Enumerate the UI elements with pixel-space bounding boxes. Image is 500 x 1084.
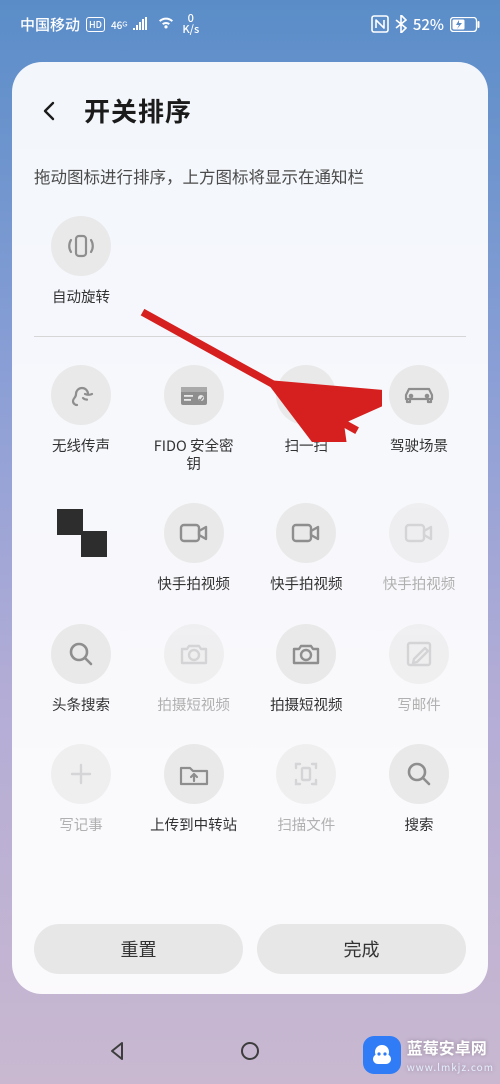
tile-write-mail[interactable]: 写邮件 <box>372 624 466 714</box>
car-icon <box>389 365 449 425</box>
tile-label: 驾驶场景 <box>390 437 448 455</box>
doc-frame-icon <box>276 744 336 804</box>
tile-kuaishou-video-1[interactable]: 快手拍视频 <box>147 503 241 593</box>
tile-toutiao-search[interactable]: 头条搜索 <box>34 624 128 714</box>
video-icon <box>389 503 449 563</box>
tile-row-5: 写记事 上传到中转站 扫描文件 搜索 <box>34 744 466 834</box>
tile-label: 上传到中转站 <box>150 816 237 834</box>
upload-folder-icon <box>164 744 224 804</box>
nav-home[interactable] <box>236 1037 264 1065</box>
carrier-name: 中国移动 <box>20 14 80 35</box>
search-icon <box>389 744 449 804</box>
battery-icon <box>450 17 480 32</box>
tile-row-2: 无线传声 FIDO 安全密钥 扫一扫 驾驶场景 <box>34 365 466 473</box>
battery-percent: 52% <box>413 14 444 35</box>
tile-fido-key[interactable]: FIDO 安全密钥 <box>147 365 241 473</box>
tile-label: 写邮件 <box>397 696 441 714</box>
wifi-icon <box>156 14 176 35</box>
done-button[interactable]: 完成 <box>257 924 466 974</box>
tile-row-4: 头条搜索 拍摄短视频 拍摄短视频 写邮件 <box>34 624 466 714</box>
compose-icon <box>389 624 449 684</box>
tile-label <box>57 575 106 593</box>
nfc-icon <box>371 15 389 33</box>
ear-icon <box>51 365 111 425</box>
tile-label: 扫描文件 <box>277 816 335 834</box>
net-badge: 46ᴳ <box>111 17 127 32</box>
instruction-text: 拖动图标进行排序，上方图标将显示在通知栏 <box>34 165 466 188</box>
tile-label: 快手拍视频 <box>270 575 343 593</box>
watermark: 蓝莓安卓网 www.lmkjz.com <box>363 1035 494 1074</box>
back-button[interactable] <box>34 96 64 126</box>
tile-label: 头条搜索 <box>52 696 110 714</box>
tile-kuaishou-video-2[interactable]: 快手拍视频 <box>259 503 353 593</box>
watermark-url: www.lmkjz.com <box>407 1059 494 1074</box>
tile-kuaishou-video-3[interactable]: 快手拍视频 <box>372 503 466 593</box>
signal-icon <box>133 14 150 35</box>
tile-label: 写记事 <box>59 816 103 834</box>
video-icon <box>164 503 224 563</box>
tile-label: 快手拍视频 <box>157 575 230 593</box>
net-speed: 0 K/s <box>182 13 199 35</box>
hd-badge: HD <box>86 17 105 32</box>
bluetooth-icon <box>395 15 407 33</box>
tile-label: FIDO 安全密钥 <box>147 437 241 473</box>
tile-label: 快手拍视频 <box>383 575 456 593</box>
reset-button[interactable]: 重置 <box>34 924 243 974</box>
tile-label: 搜索 <box>404 816 433 834</box>
tile-label: 拍摄短视频 <box>157 696 230 714</box>
tile-write-note[interactable]: 写记事 <box>34 744 128 834</box>
plus-icon <box>51 744 111 804</box>
id-card-icon <box>164 365 224 425</box>
tile-scan-doc[interactable]: 扫描文件 <box>259 744 353 834</box>
tile-wireless-sound[interactable]: 无线传声 <box>34 365 128 473</box>
frame-icon <box>276 365 336 425</box>
camera-icon <box>276 624 336 684</box>
camera-icon <box>164 624 224 684</box>
tile-redacted[interactable] <box>34 503 128 593</box>
tile-upload-relay[interactable]: 上传到中转站 <box>147 744 241 834</box>
tile-auto-rotate[interactable]: 自动旋转 <box>34 216 128 306</box>
tile-shoot-short-1[interactable]: 拍摄短视频 <box>147 624 241 714</box>
watermark-logo-icon <box>363 1036 401 1074</box>
page-title: 开关排序 <box>84 92 192 129</box>
rotate-icon <box>51 216 111 276</box>
settings-card: 开关排序 拖动图标进行排序，上方图标将显示在通知栏 自动旋转 无线传声 <box>12 62 488 994</box>
tile-scan[interactable]: 扫一扫 <box>259 365 353 473</box>
nav-back[interactable] <box>103 1037 131 1065</box>
watermark-title: 蓝莓安卓网 <box>407 1035 487 1059</box>
status-bar: 中国移动 HD 46ᴳ 0 K/s 52% <box>0 0 500 48</box>
tile-row-3: 快手拍视频 快手拍视频 快手拍视频 <box>34 503 466 593</box>
divider <box>34 336 466 337</box>
tile-shoot-short-2[interactable]: 拍摄短视频 <box>259 624 353 714</box>
tile-row-top: 自动旋转 <box>34 216 466 306</box>
redacted-icon <box>51 503 111 563</box>
tile-label: 自动旋转 <box>52 288 110 306</box>
video-icon <box>276 503 336 563</box>
tile-label: 扫一扫 <box>285 437 329 455</box>
tile-search[interactable]: 搜索 <box>372 744 466 834</box>
tile-label: 拍摄短视频 <box>270 696 343 714</box>
tile-label: 无线传声 <box>52 437 110 455</box>
tile-drive[interactable]: 驾驶场景 <box>372 365 466 473</box>
search-icon <box>51 624 111 684</box>
